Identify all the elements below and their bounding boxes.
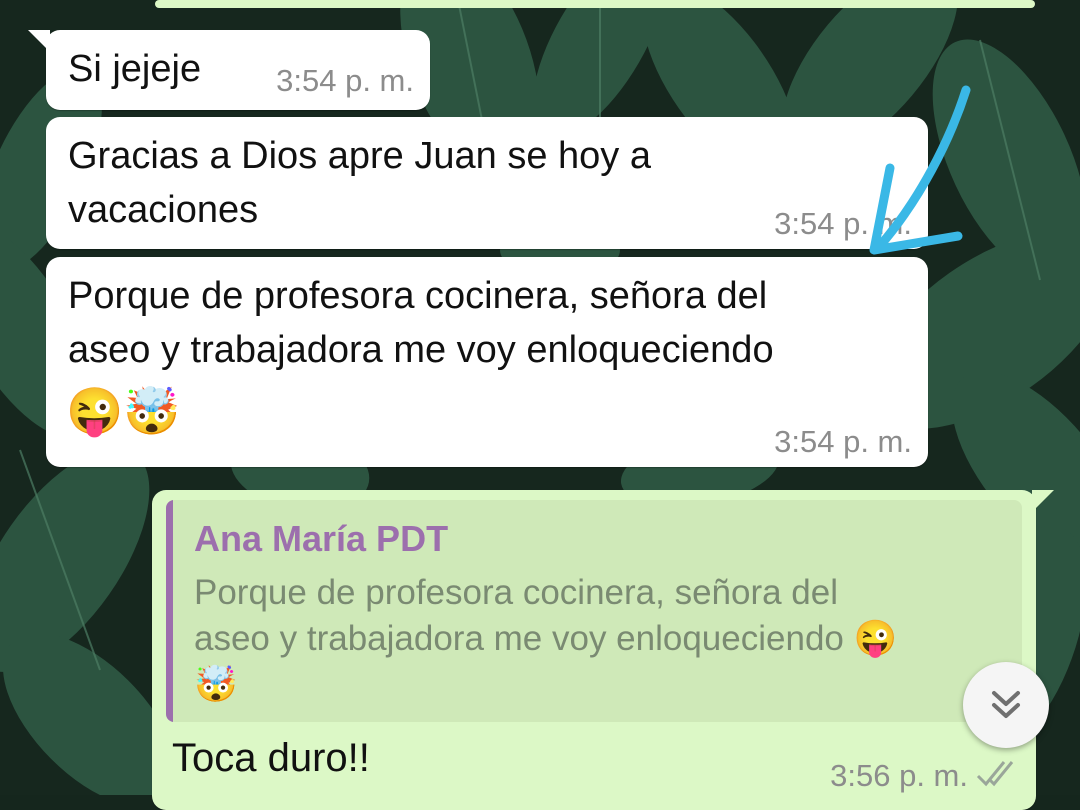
quote-accent-bar	[166, 500, 173, 722]
emoji-row: 😜🤯	[66, 385, 181, 437]
quoted-author: Ana María PDT	[194, 518, 449, 559]
incoming-message[interactable]: Gracias a Dios apre Juan se hoy a vacaci…	[46, 117, 928, 249]
bubble-tail	[1032, 490, 1054, 512]
message-text: Si jejeje	[68, 48, 202, 90]
quoted-text: Porque de profesora cocinera, señora del…	[194, 573, 898, 704]
reply-text: Toca duro!!	[172, 736, 370, 780]
reply-time: 3:56 p. m.	[830, 758, 968, 793]
outgoing-reply-message[interactable]: Ana María PDT Porque de profesora cocine…	[152, 490, 1054, 810]
message-time: 3:54 p. m.	[774, 424, 912, 459]
double-check-icon	[976, 761, 1014, 787]
quoted-message[interactable]: Ana María PDT Porque de profesora cocine…	[166, 500, 1022, 722]
scroll-to-bottom-button[interactable]	[963, 662, 1049, 748]
incoming-message[interactable]: Si jejeje 3:54 p. m.	[28, 30, 430, 110]
blue-arrow-annotation	[869, 85, 971, 255]
bubble-tail	[28, 30, 50, 52]
message-text: Porque de profesora cocinera, señora del…	[68, 275, 774, 371]
double-chevron-down-icon	[992, 691, 1020, 718]
message-time: 3:54 p. m.	[276, 63, 414, 98]
incoming-message[interactable]: Porque de profesora cocinera, señora del…	[46, 257, 928, 467]
